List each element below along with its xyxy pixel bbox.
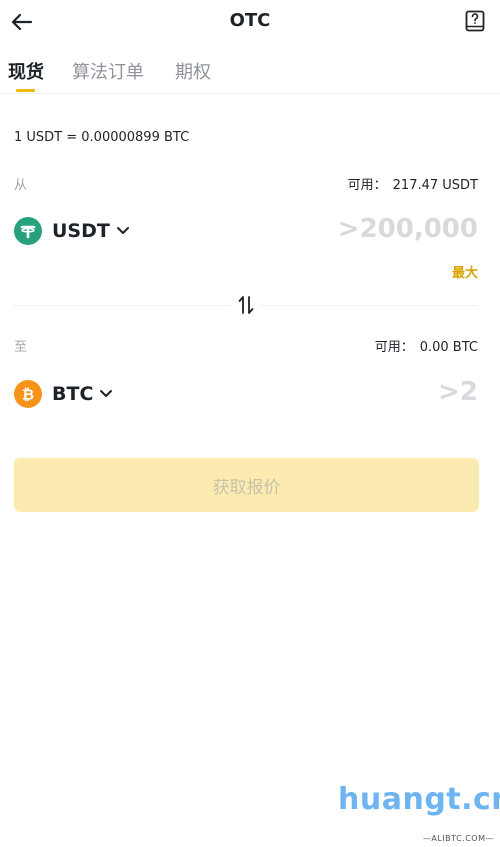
usdt-icon [14,217,42,245]
to-available-label: 可用： [374,340,414,355]
to-coin-selector[interactable]: ₿ BTC [14,380,113,408]
btc-icon: ₿ [14,380,42,408]
to-available: 可用： 0.00 BTC [375,336,478,355]
watermark: huangt.cn —ALIBTC.COM— [330,768,500,847]
to-available-value: 0.00 BTC [419,340,478,355]
watermark-text: huangt.cn [338,782,500,817]
from-available-label: 可用： [347,178,387,193]
to-amount-input[interactable]: >2 [438,377,478,407]
watermark-subtext: —ALIBTC.COM— [422,834,494,843]
svg-text:₿: ₿ [22,386,34,404]
tab-bar: 现货 算法订单 期权 [0,54,500,94]
swap-arrows-icon [238,296,254,314]
swap-button[interactable] [231,290,261,320]
from-available: 可用： 217.47 USDT [348,174,478,193]
header: OTC [0,0,500,44]
from-coin-selector[interactable]: USDT [14,217,130,245]
exchange-rate: 1 USDT = 0.00000899 BTC [14,130,190,145]
from-available-value: 217.47 USDT [392,178,478,193]
to-coin-name: BTC [52,383,94,405]
from-coin-name: USDT [52,220,110,242]
chevron-down-icon [116,226,130,236]
from-amount-input[interactable]: >200,000 [338,214,478,244]
from-label: 从 [14,178,28,193]
get-quote-button[interactable]: 获取报价 [14,458,479,512]
to-label: 至 [14,340,28,355]
page-title: OTC [229,10,271,31]
tab-options[interactable]: 期权 [175,58,211,84]
tab-algo-orders[interactable]: 算法订单 [72,58,144,84]
max-button[interactable]: 最大 [452,262,478,281]
guide-button[interactable] [464,9,486,33]
tab-active-indicator [16,89,35,92]
book-question-icon [465,10,485,32]
chevron-down-icon [99,389,113,399]
tab-spot[interactable]: 现货 [8,58,44,84]
